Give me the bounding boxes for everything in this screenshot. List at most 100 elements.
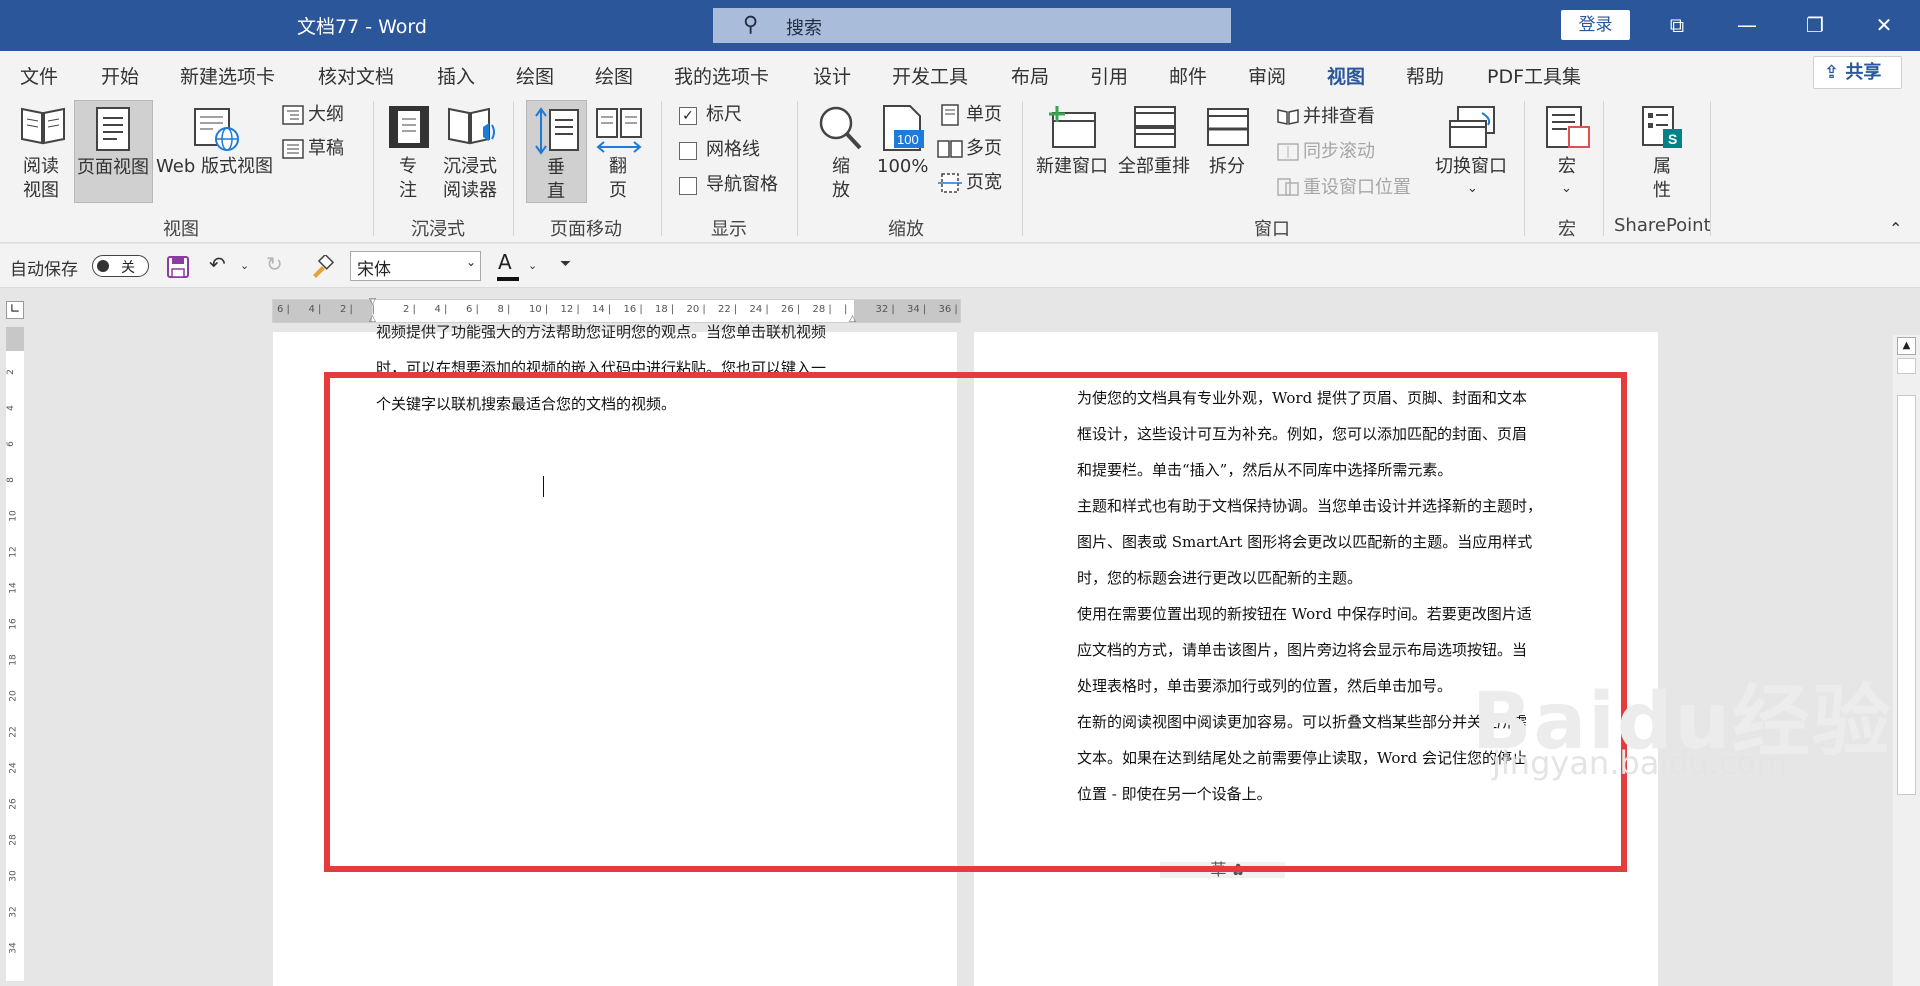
save-icon[interactable] xyxy=(167,256,189,278)
nav-pane-label: 导航窗格 xyxy=(706,174,778,195)
close-icon[interactable]: ✕ xyxy=(1859,6,1909,44)
ruler-tick-label: 4 | xyxy=(434,304,448,315)
first-line-indent-marker[interactable]: ▽ xyxy=(369,297,376,307)
page-width-icon xyxy=(938,173,962,193)
macros-chevron-down-icon: ⌄ xyxy=(1561,181,1572,196)
ruler-tick-label: 2 | xyxy=(403,304,416,315)
vruler-tick-label: 34 xyxy=(8,942,19,954)
customize-qat-icon[interactable]: ⏷ xyxy=(560,256,571,272)
focus-label-1: 专 xyxy=(399,156,417,177)
vertical-label-2: 直 xyxy=(547,181,565,202)
tab-help[interactable]: 帮助 xyxy=(1406,62,1444,89)
nav-pane-box xyxy=(679,177,697,195)
tab-file[interactable]: 文件 xyxy=(20,62,58,89)
show-group-label: 显示 xyxy=(711,219,747,240)
tab-new-tab[interactable]: 新建选项卡 xyxy=(180,62,275,89)
tab-design[interactable]: 设计 xyxy=(813,62,851,89)
ruler-tick-label: 8 | xyxy=(497,304,511,315)
ruler-tick-label: 6 | xyxy=(466,304,479,315)
properties-icon: S xyxy=(1642,106,1682,148)
side-to-side-icon xyxy=(596,108,642,153)
side-by-side-label: 并排查看 xyxy=(1303,106,1375,127)
one-page-label: 单页 xyxy=(966,104,1002,125)
split-icon xyxy=(1207,108,1249,146)
font-name-select[interactable]: 宋体 ⌄ xyxy=(350,251,481,281)
vertical-label-1: 垂 xyxy=(547,157,565,178)
share-button[interactable]: ⇪ 共享 xyxy=(1813,56,1902,89)
tab-review[interactable]: 审阅 xyxy=(1248,62,1286,89)
tab-draw-2[interactable]: 绘图 xyxy=(595,62,633,89)
undo-dropdown-chevron-icon[interactable]: ⌄ xyxy=(240,259,249,272)
autosave-toggle[interactable]: 关 xyxy=(92,255,149,277)
tab-proofread[interactable]: 核对文档 xyxy=(318,62,394,89)
reset-position-label: 重设窗口位置 xyxy=(1303,177,1411,198)
vertical-scrollbar[interactable]: ▲ xyxy=(1893,335,1920,986)
format-painter-icon[interactable] xyxy=(310,255,334,279)
minimize-icon[interactable]: — xyxy=(1722,6,1772,44)
tab-my-tab[interactable]: 我的选项卡 xyxy=(674,62,769,89)
ruler-ticks: 6 | 4 | 2 | | 2 | 4 | 6 | 8 | 10 | 12 | 14 | 16 | 1… xyxy=(273,303,962,321)
search-box[interactable]: ⚲ 搜索 xyxy=(713,8,1231,43)
arrange-all-icon xyxy=(1134,106,1176,148)
tab-home[interactable]: 开始 xyxy=(101,62,139,89)
vruler-tick-label: 12 xyxy=(8,546,19,558)
switch-windows-icon xyxy=(1449,106,1495,148)
immersive-reader-label-1: 沉浸式 xyxy=(443,156,497,177)
tab-stop-selector-icon[interactable]: ∟ xyxy=(6,301,24,319)
tab-insert[interactable]: 插入 xyxy=(437,62,475,89)
draft-label: 草稿 xyxy=(308,138,344,159)
tab-layout[interactable]: 布局 xyxy=(1011,62,1049,89)
tab-references[interactable]: 引用 xyxy=(1090,62,1128,89)
read-mode-label-2: 视图 xyxy=(23,180,59,201)
vruler-tick-label: 32 xyxy=(8,906,19,918)
login-button[interactable]: 登录 xyxy=(1561,10,1630,40)
tab-draw-1[interactable]: 绘图 xyxy=(516,62,554,89)
multiple-pages-icon xyxy=(937,140,963,158)
multiple-pages-label: 多页 xyxy=(966,138,1002,159)
ruler-tick-label: 20 | xyxy=(686,304,706,315)
tab-view[interactable]: 视图 xyxy=(1327,62,1366,96)
tab-pdf-tools[interactable]: PDF工具集 xyxy=(1487,62,1581,89)
window-title: 文档77 - Word xyxy=(297,16,427,38)
gridlines-label: 网格线 xyxy=(706,139,760,160)
undo-icon[interactable]: ↶ xyxy=(209,252,226,276)
zoom-100-icon-text: 100 xyxy=(897,132,919,147)
font-color-button[interactable]: A xyxy=(497,250,519,281)
horizontal-ruler[interactable]: 6 | 4 | 2 | | 2 | 4 | 6 | 8 | 10 | 12 | 14 | 16 | 1… xyxy=(272,297,962,324)
split-label: 拆分 xyxy=(1209,156,1245,177)
scroll-track[interactable] xyxy=(1897,395,1916,795)
ruler-tick-label: 34 | xyxy=(907,304,927,315)
highlight-box xyxy=(324,372,1627,872)
group-separator xyxy=(1022,101,1023,236)
ribbon-display-options-icon[interactable]: ⧉ xyxy=(1652,6,1702,44)
ruler-tick-label: 2 | xyxy=(340,304,353,315)
ruler-tick-label: 22 | xyxy=(718,304,738,315)
left-indent-marker[interactable]: △ xyxy=(369,314,376,324)
window-group-label: 窗口 xyxy=(1254,219,1290,240)
share-label: 共享 xyxy=(1845,62,1882,83)
ruler-tick-label: 32 | xyxy=(875,304,895,315)
ruler-tick-label: | xyxy=(844,304,848,315)
autosave-label: 自动保存 xyxy=(10,260,78,280)
scroll-up-arrow-icon[interactable]: ▲ xyxy=(1897,337,1916,355)
vertical-page-icon xyxy=(535,107,579,155)
tab-developer[interactable]: 开发工具 xyxy=(892,62,968,89)
immersive-group-label: 沉浸式 xyxy=(411,219,465,240)
font-color-dropdown-chevron-icon[interactable]: ⌄ xyxy=(528,259,537,272)
restore-icon[interactable]: ❐ xyxy=(1790,6,1840,44)
ruler-tick-label: 36 | xyxy=(938,304,958,315)
new-window-label: 新建窗口 xyxy=(1036,156,1108,177)
vertical-scroll-button[interactable]: 垂 直 xyxy=(526,100,587,203)
right-indent-marker[interactable]: △ xyxy=(849,314,856,324)
ruler-tick-label: 6 | xyxy=(277,304,290,315)
tab-mailings[interactable]: 邮件 xyxy=(1169,62,1207,89)
vruler-tick-label: 20 xyxy=(8,690,19,702)
font-name-value: 宋体 xyxy=(357,260,391,280)
scroll-thumb[interactable] xyxy=(1897,358,1916,374)
vertical-ruler[interactable]: 2 4 6 8 10 12 14 16 18 20 22 24 26 28 30 32 34 xyxy=(0,327,30,986)
vruler-tick-label: 14 xyxy=(8,582,19,594)
collapse-ribbon-chevron-up-icon[interactable]: ⌃ xyxy=(1889,217,1902,241)
print-layout-button[interactable]: 页面视图 xyxy=(74,100,153,203)
web-layout-label: Web 版式视图 xyxy=(156,156,273,177)
zoom-label-1: 缩 xyxy=(832,156,850,177)
